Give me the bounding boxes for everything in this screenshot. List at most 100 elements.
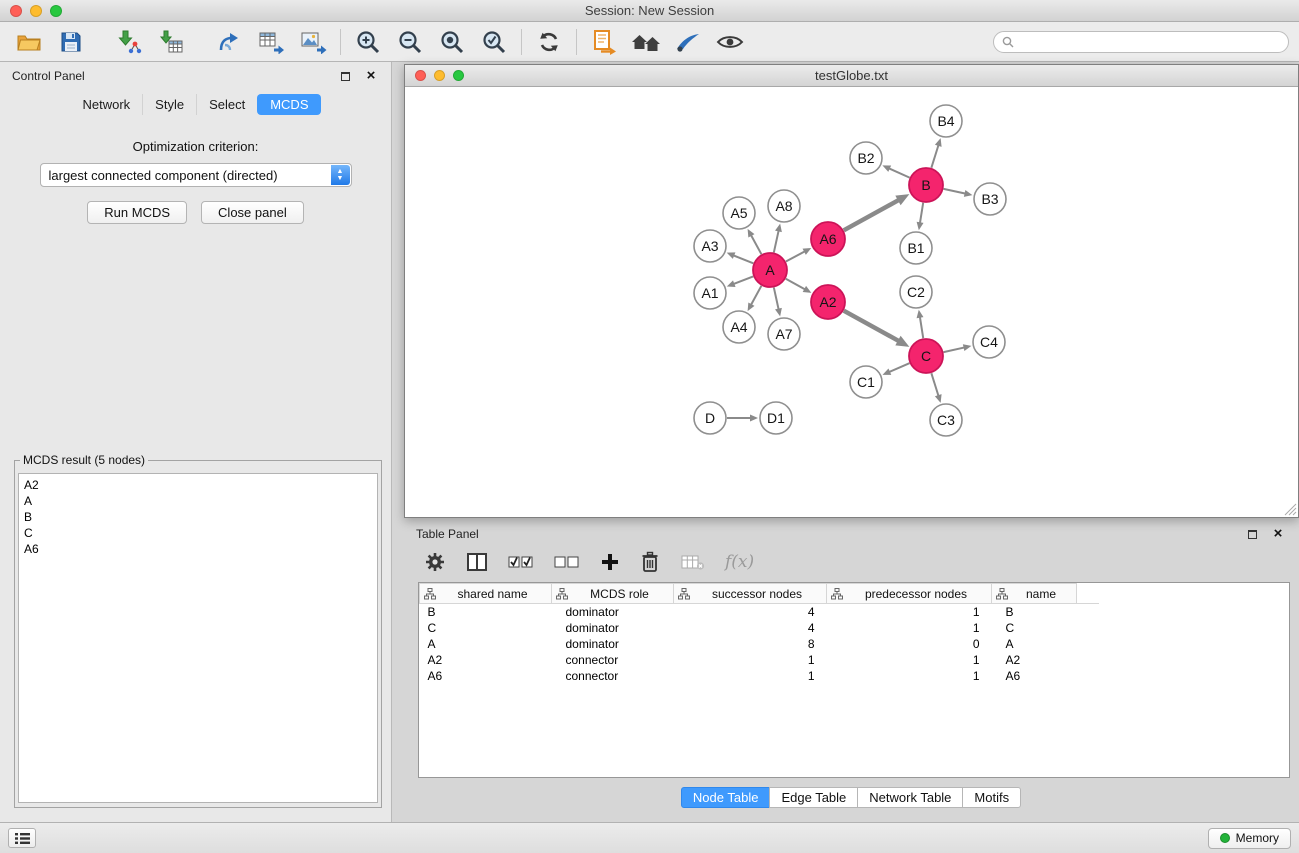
tab-style[interactable]: Style: [142, 94, 196, 115]
tab-network-table[interactable]: Network Table: [857, 787, 963, 808]
graph-edge-A6-B[interactable]: [844, 200, 899, 230]
table-row[interactable]: Adominator80A: [420, 636, 1100, 652]
select-all-button[interactable]: [508, 553, 534, 571]
function-builder-button[interactable]: f(x): [725, 552, 754, 572]
graph-node-A6[interactable]: A6: [811, 222, 845, 256]
resize-grip-icon[interactable]: [1284, 503, 1297, 516]
show-panels-button[interactable]: [8, 828, 36, 848]
graph-node-D1[interactable]: D1: [760, 402, 792, 434]
zoom-in-button[interactable]: [347, 25, 389, 59]
show-columns-button[interactable]: [466, 552, 488, 572]
open-session-button[interactable]: [8, 25, 50, 59]
graph-edge-B-B2[interactable]: [889, 168, 910, 177]
export-image-button[interactable]: [292, 25, 334, 59]
graph-node-B2[interactable]: B2: [850, 142, 882, 174]
add-column-button[interactable]: [600, 552, 620, 572]
show-hide-button[interactable]: [709, 25, 751, 59]
table-row[interactable]: A6connector11A6: [420, 668, 1100, 684]
delete-table-button[interactable]: [680, 553, 705, 571]
graph-edge-A-A1[interactable]: [733, 276, 753, 284]
tab-node-table[interactable]: Node Table: [681, 787, 771, 808]
close-panel-mcds-button[interactable]: Close panel: [201, 201, 304, 224]
graph-node-A4[interactable]: A4: [723, 311, 755, 343]
graph-edge-B-B4[interactable]: [931, 145, 938, 168]
result-item[interactable]: C: [24, 525, 372, 541]
save-session-button[interactable]: [50, 25, 92, 59]
graph-node-A8[interactable]: A8: [768, 190, 800, 222]
tab-network[interactable]: Network: [70, 94, 142, 115]
run-mcds-button[interactable]: Run MCDS: [87, 201, 187, 224]
column-header-predecessor-nodes[interactable]: predecessor nodes: [827, 584, 992, 604]
column-header-shared-name[interactable]: shared name: [420, 584, 552, 604]
column-header-mcds-role[interactable]: MCDS role: [552, 584, 674, 604]
graph-node-B[interactable]: B: [909, 168, 943, 202]
close-panel-button[interactable]: ×: [363, 68, 379, 84]
zoom-selected-button[interactable]: [473, 25, 515, 59]
refresh-button[interactable]: [528, 25, 570, 59]
memory-button[interactable]: Memory: [1208, 828, 1291, 849]
graph-node-A5[interactable]: A5: [723, 197, 755, 229]
graph-edge-A-A2[interactable]: [786, 279, 805, 290]
graph-node-C3[interactable]: C3: [930, 404, 962, 436]
graph-edge-B-B1[interactable]: [920, 203, 923, 224]
result-item[interactable]: A6: [24, 541, 372, 557]
result-item[interactable]: A: [24, 493, 372, 509]
style-brush-button[interactable]: [667, 25, 709, 59]
graph-node-C[interactable]: C: [909, 339, 943, 373]
graph-node-B4[interactable]: B4: [930, 105, 962, 137]
tab-mcds[interactable]: MCDS: [257, 94, 320, 115]
delete-column-button[interactable]: [640, 551, 660, 573]
network-canvas[interactable]: B4 B2 B B3 A5 A8 A6 B1 A3 A C2 A1 A2 A4 A7 C4 C C1 C3 D D1: [405, 87, 1298, 517]
result-item[interactable]: B: [24, 509, 372, 525]
graph-node-A7[interactable]: A7: [768, 318, 800, 350]
result-item[interactable]: A2: [24, 477, 372, 493]
graph-node-B1[interactable]: B1: [900, 232, 932, 264]
first-neighbors-button[interactable]: [583, 25, 625, 59]
import-network-button[interactable]: [108, 25, 150, 59]
graph-edge-C-C2[interactable]: [920, 317, 923, 339]
graph-node-C1[interactable]: C1: [850, 366, 882, 398]
graph-edge-B-B3[interactable]: [944, 189, 966, 194]
graph-node-B3[interactable]: B3: [974, 183, 1006, 215]
graph-edge-A2-C[interactable]: [844, 311, 899, 341]
graph-node-C2[interactable]: C2: [900, 276, 932, 308]
table-row[interactable]: Cdominator41C: [420, 620, 1100, 636]
graph-node-A1[interactable]: A1: [694, 277, 726, 309]
close-table-panel-button[interactable]: ×: [1270, 526, 1286, 542]
graph-node-C4[interactable]: C4: [973, 326, 1005, 358]
graph-edge-A-A7[interactable]: [774, 288, 779, 310]
table-row[interactable]: A2connector11A2: [420, 652, 1100, 668]
graph-edge-C-C3[interactable]: [931, 373, 938, 396]
new-network-button[interactable]: [208, 25, 250, 59]
graph-edge-C-C4[interactable]: [944, 347, 965, 352]
float-panel-button[interactable]: [341, 69, 355, 83]
graph-edge-A-A5[interactable]: [751, 235, 761, 254]
column-header-name[interactable]: name: [992, 584, 1077, 604]
graph-node-A3[interactable]: A3: [694, 230, 726, 262]
graph-node-A[interactable]: A: [753, 253, 787, 287]
graph-edge-C-C1[interactable]: [889, 363, 910, 372]
column-header-successor-nodes[interactable]: successor nodes: [674, 584, 827, 604]
graph-edge-A-A3[interactable]: [733, 255, 753, 263]
graph-node-D[interactable]: D: [694, 402, 726, 434]
graph-edge-A-A8[interactable]: [774, 230, 779, 252]
export-table-button[interactable]: [250, 25, 292, 59]
mcds-result-group: MCDS result (5 nodes) A2ABCA6: [14, 453, 382, 808]
table-settings-button[interactable]: [424, 551, 446, 573]
zoom-out-button[interactable]: [389, 25, 431, 59]
home-button[interactable]: [625, 25, 667, 59]
table-row[interactable]: Bdominator41B: [420, 604, 1100, 620]
search-input[interactable]: [1019, 35, 1280, 49]
tab-edge-table[interactable]: Edge Table: [769, 787, 858, 808]
mcds-result-list[interactable]: A2ABCA6: [18, 473, 378, 803]
unselect-all-button[interactable]: [554, 553, 580, 571]
import-table-button[interactable]: [150, 25, 192, 59]
criterion-dropdown[interactable]: largest connected component (directed) ▲…: [40, 163, 352, 187]
tab-motifs[interactable]: Motifs: [962, 787, 1021, 808]
graph-edge-A-A6[interactable]: [786, 251, 805, 261]
float-table-panel-button[interactable]: [1248, 527, 1262, 541]
graph-edge-A-A4[interactable]: [751, 286, 761, 305]
zoom-fit-button[interactable]: [431, 25, 473, 59]
graph-node-A2[interactable]: A2: [811, 285, 845, 319]
tab-select[interactable]: Select: [196, 94, 257, 115]
